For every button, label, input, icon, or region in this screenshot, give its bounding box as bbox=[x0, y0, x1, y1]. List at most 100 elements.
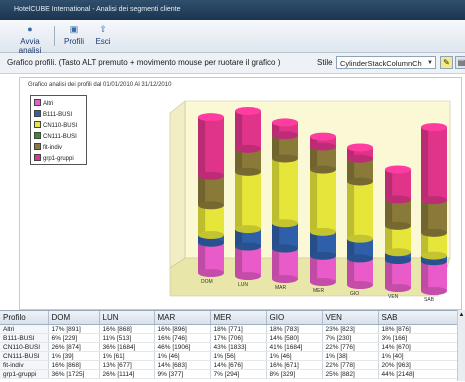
bar-segment-bottom bbox=[310, 142, 336, 151]
bar-segment-bottom bbox=[235, 167, 261, 176]
bar-segment-bottom bbox=[235, 225, 261, 234]
chart-print-button[interactable]: ▤ bbox=[455, 56, 465, 69]
table-cell: 22% [778] bbox=[322, 360, 379, 370]
bar-segment-shade bbox=[310, 146, 318, 170]
column-header[interactable]: VEN bbox=[322, 311, 379, 325]
table-header-row: Profilo DOM LUN MAR MER GIO VEN SAB bbox=[0, 311, 460, 325]
table-cell: 41% [1684] bbox=[266, 342, 323, 352]
table-cell: 14% [683] bbox=[154, 360, 211, 370]
toolbar: ● Avvia analisi ▣ Profili ⇧ Esci bbox=[0, 20, 465, 55]
bar-segment-shade bbox=[347, 258, 355, 285]
bar-segment-bottom bbox=[310, 278, 336, 286]
row-header-cell: grp1-gruppi bbox=[0, 369, 49, 379]
bar-top-cap bbox=[385, 165, 411, 174]
table-cell: 16% [896] bbox=[154, 324, 211, 334]
bar-segment-shade bbox=[347, 158, 355, 182]
profile-icon: ▣ bbox=[69, 24, 79, 34]
bar-segment-shade bbox=[272, 223, 280, 249]
row-header-cell: B111-BUSI bbox=[0, 333, 49, 343]
chart-side-wall bbox=[169, 100, 186, 269]
column-header[interactable]: SAB bbox=[378, 311, 460, 325]
bar-top-cap bbox=[198, 113, 224, 122]
bar-segment-shade bbox=[272, 248, 280, 279]
table-row[interactable]: CN110-BUSI 26% [874] 36% [1684] 46% [1906] 4… bbox=[0, 342, 460, 352]
style-select[interactable]: CylinderStackColumnCh ▼ bbox=[336, 56, 436, 69]
bar-segment-bottom bbox=[347, 254, 373, 263]
chart-edit-button[interactable]: ✎ bbox=[440, 56, 453, 69]
bar-segment-shade bbox=[421, 232, 429, 256]
bar-segment-bottom bbox=[310, 227, 336, 236]
table-row[interactable]: Altri 17% [891] 16% [868] 16% [896] 18% [771… bbox=[0, 324, 460, 334]
column-header[interactable]: LUN bbox=[99, 311, 155, 325]
column-header[interactable]: DOM bbox=[48, 311, 100, 325]
window-title: HotelCUBE International - Analisi dei se… bbox=[14, 6, 181, 13]
table-cell: 1% [46] bbox=[154, 351, 211, 361]
x-tick-label: MAR bbox=[275, 285, 287, 291]
bar-segment-shade bbox=[385, 199, 393, 226]
table-cell: 1% [56] bbox=[210, 351, 267, 361]
bar-segment-bottom bbox=[385, 195, 411, 204]
bar-segment-bottom bbox=[235, 272, 261, 280]
bar-segment-bottom bbox=[421, 196, 447, 205]
stacked-cylinder-chart[interactable]: DOM LUN MAR MER GIO VEN SAB bbox=[20, 78, 461, 309]
chart-panel: Grafico analisi dei profili dal 01/01/20… bbox=[19, 77, 462, 310]
bar-segment-shade bbox=[198, 205, 206, 235]
data-table: Profilo DOM LUN MAR MER GIO VEN SAB Altr… bbox=[0, 310, 460, 382]
table-row[interactable]: fit-indiv 16% [868] 13% [677] 14% [683] 14% … bbox=[0, 360, 460, 370]
table-cell: 1% [40] bbox=[378, 351, 460, 361]
table-row[interactable]: B111-BUSI 6% [229] 11% [513] 16% [746] 17% [… bbox=[0, 333, 460, 343]
bar-segment-bottom bbox=[198, 230, 224, 239]
table-cell: 1% [38] bbox=[322, 351, 379, 361]
table-cell: 36% [1684] bbox=[99, 342, 155, 352]
table-cell: 1% [46] bbox=[266, 351, 323, 361]
table-cell: 18% [771] bbox=[210, 324, 267, 334]
profiles-button[interactable]: ▣ Profili bbox=[60, 23, 88, 50]
bar-segment-bottom bbox=[198, 238, 224, 247]
chevron-down-icon: ▼ bbox=[427, 60, 433, 66]
bar-segment-shade bbox=[198, 117, 206, 176]
x-tick-label: MER bbox=[313, 288, 325, 294]
table-cell: 6% [229] bbox=[48, 333, 100, 343]
table-cell: 20% [963] bbox=[378, 360, 460, 370]
table-scrollbar[interactable]: ▲ bbox=[457, 310, 465, 381]
bar-segment-shade bbox=[272, 135, 280, 159]
row-header-cell: Altri bbox=[0, 324, 49, 334]
table-cell: 46% [1906] bbox=[154, 342, 211, 352]
x-tick-label: DOM bbox=[201, 279, 213, 285]
exit-icon: ⇧ bbox=[99, 24, 107, 34]
bar-top-cap bbox=[235, 107, 261, 115]
table-cell: 16% [671] bbox=[266, 360, 323, 370]
bar-segment-bottom bbox=[421, 251, 447, 260]
bar-segment-shade bbox=[347, 181, 355, 239]
table-cell: 16% [868] bbox=[99, 324, 155, 334]
bar-segment-bottom bbox=[272, 244, 298, 253]
table-cell: 14% [676] bbox=[210, 360, 267, 370]
bar-segment-shade bbox=[198, 175, 206, 206]
table-cell: 1% [61] bbox=[99, 351, 155, 361]
table-row[interactable]: grp1-gruppi 36% [1725] 26% [1114] 9% [377] 7… bbox=[0, 369, 460, 379]
table-row[interactable]: CN111-BUSI 1% [39] 1% [61] 1% [46] 1% [56] 1%… bbox=[0, 351, 460, 361]
column-header[interactable]: MER bbox=[210, 311, 267, 325]
exit-label: Esci bbox=[95, 37, 111, 46]
bar-segment-shade bbox=[235, 246, 243, 276]
bar-segment-bottom bbox=[235, 242, 261, 251]
table-cell: 14% [580] bbox=[266, 333, 323, 343]
bar-segment-bottom bbox=[385, 248, 411, 257]
profiles-label: Profili bbox=[63, 37, 84, 46]
table-cell: 17% [706] bbox=[210, 333, 267, 343]
bar-segment-shade bbox=[310, 231, 318, 256]
table-cell: 7% [294] bbox=[210, 369, 267, 379]
start-analysis-button[interactable]: ● Avvia analisi bbox=[8, 23, 52, 55]
bar-segment-bottom bbox=[235, 144, 261, 153]
table-cell: 14% [670] bbox=[378, 342, 460, 352]
bar-segment-bottom bbox=[385, 221, 411, 230]
column-header[interactable]: Profilo bbox=[0, 311, 49, 325]
exit-button[interactable]: ⇧ Esci bbox=[92, 23, 114, 50]
column-header[interactable]: MAR bbox=[154, 311, 211, 325]
bar-segment-shade bbox=[385, 225, 393, 253]
bar-segment-shade bbox=[272, 158, 280, 224]
bar-top-cap bbox=[310, 132, 336, 141]
table-cell: 17% [891] bbox=[48, 324, 100, 334]
column-header[interactable]: GIO bbox=[266, 311, 323, 325]
toolbar-separator bbox=[54, 26, 55, 46]
